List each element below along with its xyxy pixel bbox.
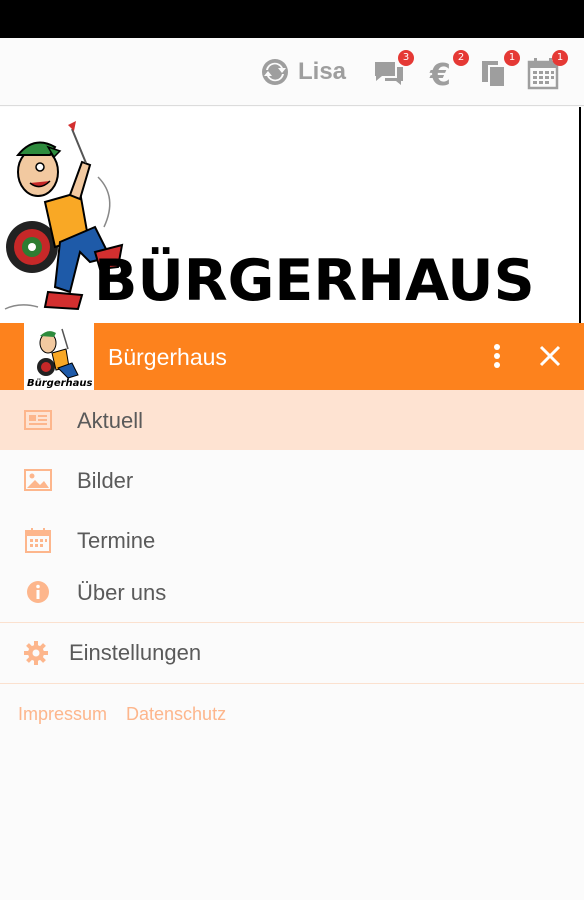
menu-label-aktuell: Aktuell [77,408,144,433]
documents-badge: 1 [504,50,520,66]
calendar-button[interactable]: 1 [526,50,568,90]
menu-label-ueber-uns: Über uns [77,580,167,605]
close-drawer-button[interactable] [533,339,567,373]
drawer-header: Bürgerhaus Bürgerhaus [0,323,584,390]
messages-button[interactable]: 3 [372,50,414,90]
svg-text:€: € [429,58,451,90]
calendar-badge: 1 [552,50,568,66]
payments-button[interactable]: € 2 [427,50,469,93]
menu-label-termine: Termine [77,528,156,553]
more-vert-icon [494,344,500,368]
image-icon [24,469,52,491]
top-app-bar: Lisa 3 € 2 1 1 [0,38,584,106]
logo-caption: Bürgerhaus [27,378,93,389]
user-switch[interactable]: Lisa [260,56,346,88]
banner-title: BÜRGERHAUS [94,248,535,314]
banner-border [579,107,581,323]
header-banner: BÜRGERHAUS [0,107,584,323]
sync-icon [262,59,288,85]
calendar-icon [25,528,51,553]
menu-label-bilder: Bilder [77,468,134,493]
menu-label-settings: Einstellungen [69,640,202,665]
menu-item-ueber-uns[interactable]: Über uns [0,570,584,622]
menu-divider [0,683,584,684]
gear-icon [24,641,48,665]
menu-item-aktuell[interactable]: Aktuell [0,390,584,450]
close-icon [539,345,561,367]
drawer-title: Bürgerhaus [108,344,227,370]
info-icon [27,581,49,603]
messages-badge: 3 [398,50,414,66]
user-name: Lisa [298,58,347,85]
footer-links: Impressum Datenschutz [18,704,226,725]
menu-item-settings[interactable]: Einstellungen [0,623,584,683]
impressum-link[interactable]: Impressum [18,704,107,725]
datenschutz-link[interactable]: Datenschutz [126,704,226,725]
documents-button[interactable]: 1 [478,50,520,90]
club-logo: Bürgerhaus [24,323,94,390]
drawer-menu: Aktuell Bilder Termine Über uns Einstell… [0,390,584,684]
more-options-button[interactable] [482,339,512,373]
newspaper-icon [24,410,52,430]
menu-item-bilder[interactable]: Bilder [0,450,584,510]
payments-badge: 2 [453,50,469,66]
status-bar [0,0,584,38]
menu-item-termine[interactable]: Termine [0,510,584,570]
